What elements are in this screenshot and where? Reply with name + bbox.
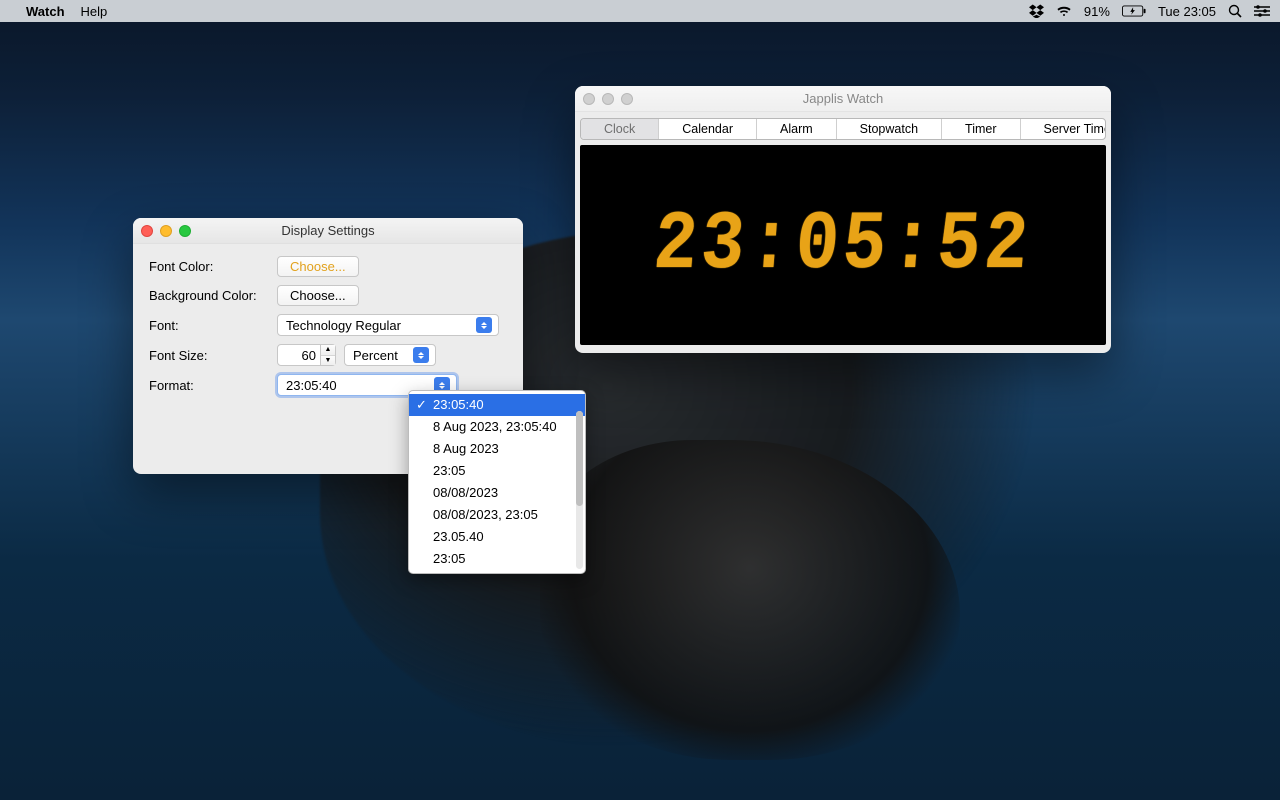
clock-display: 23:05:52 bbox=[580, 145, 1106, 345]
dropbox-icon[interactable] bbox=[1029, 4, 1044, 18]
battery-charging-icon[interactable] bbox=[1122, 5, 1146, 17]
battery-percent: 91% bbox=[1084, 4, 1110, 19]
font-size-label: Font Size: bbox=[149, 348, 277, 363]
background-color-label: Background Color: bbox=[149, 288, 277, 303]
scrollbar-thumb[interactable] bbox=[576, 411, 583, 506]
close-button[interactable] bbox=[141, 225, 153, 237]
window-title: Display Settings bbox=[133, 223, 523, 238]
stepper-up-icon[interactable]: ▲ bbox=[321, 345, 335, 356]
tab-alarm[interactable]: Alarm bbox=[757, 119, 837, 139]
app-menu[interactable]: Watch bbox=[26, 4, 65, 19]
tab-calendar[interactable]: Calendar bbox=[659, 119, 757, 139]
font-size-input[interactable] bbox=[277, 344, 321, 366]
tab-stopwatch[interactable]: Stopwatch bbox=[837, 119, 942, 139]
display-settings-window: Display Settings Font Color: Choose... B… bbox=[133, 218, 523, 474]
minimize-button[interactable] bbox=[160, 225, 172, 237]
tab-timer[interactable]: Timer bbox=[942, 119, 1020, 139]
font-label: Font: bbox=[149, 318, 277, 333]
tab-clock[interactable]: Clock bbox=[581, 119, 659, 139]
format-option[interactable]: 08/08/2023 bbox=[409, 482, 585, 504]
zoom-button[interactable] bbox=[621, 93, 633, 105]
font-size-unit-value: Percent bbox=[353, 348, 398, 363]
format-option[interactable]: 23:05:40 bbox=[409, 394, 585, 416]
chevron-updown-icon bbox=[413, 347, 429, 363]
font-color-label: Font Color: bbox=[149, 259, 277, 274]
background-color-choose-button[interactable]: Choose... bbox=[277, 285, 359, 306]
format-option[interactable]: 23.05.40 bbox=[409, 526, 585, 548]
font-size-unit-select[interactable]: Percent bbox=[344, 344, 436, 366]
japplis-watch-window: Japplis Watch Clock Calendar Alarm Stopw… bbox=[575, 86, 1111, 353]
zoom-button[interactable] bbox=[179, 225, 191, 237]
control-center-icon[interactable] bbox=[1254, 5, 1270, 17]
font-size-stepper[interactable]: ▲▼ bbox=[277, 344, 336, 366]
menubar: Watch Help 91% Tue 23:05 bbox=[0, 0, 1280, 22]
format-option[interactable]: 8 Aug 2023 bbox=[409, 438, 585, 460]
format-label: Format: bbox=[149, 378, 277, 393]
format-option[interactable]: 08/08/2023, 23:05 bbox=[409, 504, 585, 526]
format-option[interactable]: 23:05 bbox=[409, 460, 585, 482]
stepper-down-icon[interactable]: ▼ bbox=[321, 356, 335, 366]
titlebar[interactable]: Japplis Watch bbox=[575, 86, 1111, 112]
minimize-button[interactable] bbox=[602, 93, 614, 105]
dropdown-scrollbar[interactable] bbox=[576, 411, 583, 569]
close-button[interactable] bbox=[583, 93, 595, 105]
chevron-updown-icon bbox=[476, 317, 492, 333]
menu-help[interactable]: Help bbox=[81, 4, 108, 19]
titlebar[interactable]: Display Settings bbox=[133, 218, 523, 244]
font-select[interactable]: Technology Regular bbox=[277, 314, 499, 336]
tab-server-time[interactable]: Server Time bbox=[1021, 119, 1106, 139]
font-color-choose-button[interactable]: Choose... bbox=[277, 256, 359, 277]
font-select-value: Technology Regular bbox=[286, 318, 401, 333]
tab-bar: Clock Calendar Alarm Stopwatch Timer Ser… bbox=[580, 118, 1106, 140]
format-option[interactable]: 23:05 bbox=[409, 548, 585, 570]
format-option[interactable]: 8 Aug 2023, 23:05:40 bbox=[409, 416, 585, 438]
clock-time-value: 23:05:52 bbox=[651, 198, 1036, 292]
menubar-clock[interactable]: Tue 23:05 bbox=[1158, 4, 1216, 19]
format-dropdown-popup: 23:05:40 8 Aug 2023, 23:05:40 8 Aug 2023… bbox=[408, 390, 586, 574]
wifi-icon[interactable] bbox=[1056, 5, 1072, 17]
spotlight-icon[interactable] bbox=[1228, 4, 1242, 18]
format-select-value: 23:05:40 bbox=[286, 378, 337, 393]
window-title: Japplis Watch bbox=[575, 91, 1111, 106]
